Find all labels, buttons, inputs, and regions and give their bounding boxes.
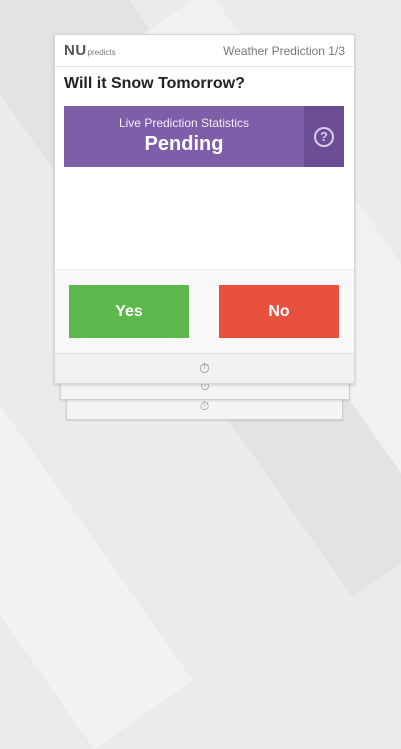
logo-main-text: NU: [64, 42, 87, 59]
card-header: NU predicts Weather Prediction 1/3: [55, 35, 354, 67]
stopwatch-icon: ⏱: [199, 360, 210, 376]
stats-label: Live Prediction Statistics: [118, 116, 250, 130]
answer-area: Yes No: [55, 269, 354, 354]
stopwatch-icon: ⏱: [199, 399, 210, 413]
header-title: Weather Prediction 1/3: [223, 43, 345, 58]
question-circle-icon: ?: [314, 126, 334, 147]
no-button[interactable]: No: [219, 285, 339, 338]
prediction-card: NU predicts Weather Prediction 1/3 Will …: [54, 34, 355, 384]
live-statistics-panel: Live Prediction Statistics Pending ?: [64, 106, 344, 167]
question-title: Will it Snow Tomorrow?: [64, 75, 245, 92]
yes-button[interactable]: Yes: [69, 285, 189, 338]
card-footer: ⏱: [55, 353, 354, 383]
stats-content: Live Prediction Statistics Pending: [64, 106, 304, 167]
help-button[interactable]: ?: [304, 106, 344, 167]
logo-sub-text: predicts: [87, 48, 116, 57]
stats-value: Pending: [144, 133, 224, 155]
nupredicts-logo: NU predicts: [64, 42, 116, 59]
